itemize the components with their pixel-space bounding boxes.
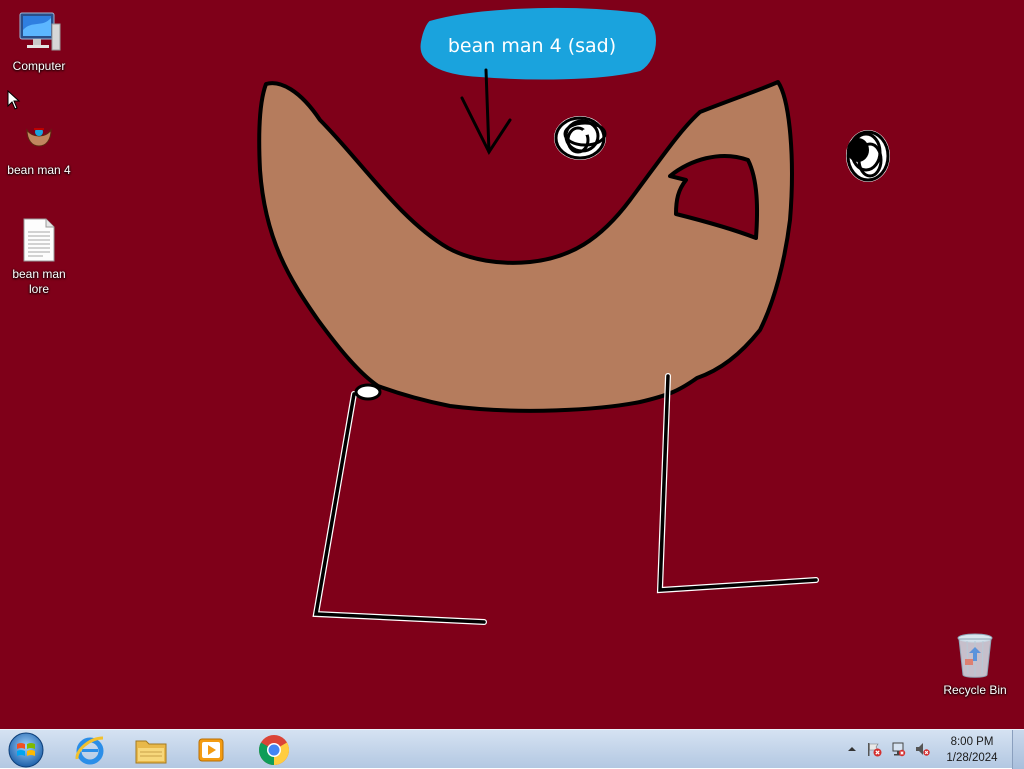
clock-date: 1/28/2024 <box>946 752 998 764</box>
start-button[interactable] <box>6 731 46 769</box>
desktop-icon-label: Computer <box>12 59 66 73</box>
taskbar-chrome-button[interactable] <box>246 732 302 768</box>
taskbar: 8:00 PM 1/28/2024 <box>0 729 1024 769</box>
action-center-flag-icon[interactable] <box>866 741 882 757</box>
file-explorer-icon <box>135 740 167 764</box>
mouse-cursor-icon <box>7 90 21 110</box>
bean-body <box>257 80 794 413</box>
computer-icon <box>19 12 61 51</box>
speech-bubble-text: bean man 4 (sad) <box>448 35 616 57</box>
desktop-icon-label: bean man lore <box>12 267 66 296</box>
desktop-icon-recycle-bin[interactable]: Recycle Bin <box>937 632 1013 698</box>
internet-explorer-icon <box>75 736 104 765</box>
media-player-icon <box>198 738 224 762</box>
desktop-icon-label: bean man 4 <box>7 163 71 177</box>
desktop-icon-label: Recycle Bin <box>943 683 1007 697</box>
taskbar-clock[interactable]: 8:00 PM 1/28/2024 <box>932 734 1012 766</box>
wallpaper-drawing: bean man 4 (sad) <box>257 7 890 625</box>
show-hidden-icons-chevron[interactable] <box>844 741 860 757</box>
recycle-bin-icon <box>957 633 993 678</box>
clock-time: 8:00 PM <box>950 736 994 748</box>
desktop[interactable]: bean man 4 (sad) Computer bean man 4 bea… <box>0 0 1024 729</box>
desktop-icon-computer[interactable]: Computer <box>1 8 77 74</box>
system-tray: 8:00 PM 1/28/2024 <box>838 730 1024 769</box>
arrow-drawing <box>460 68 512 156</box>
bean-man-4-icon <box>26 128 52 147</box>
network-icon[interactable] <box>890 741 906 757</box>
taskbar-internet-explorer-button[interactable] <box>62 732 118 768</box>
chrome-icon <box>258 735 290 765</box>
taskbar-media-player-button[interactable] <box>183 732 239 768</box>
volume-muted-icon[interactable] <box>914 741 930 757</box>
bean-foot-joint <box>354 383 382 401</box>
bean-legs <box>312 373 819 625</box>
taskbar-file-explorer-button[interactable] <box>123 732 179 768</box>
show-desktop-button[interactable] <box>1012 730 1024 769</box>
text-document-icon <box>23 218 55 262</box>
desktop-icon-bean-man-lore[interactable]: bean man lore <box>1 216 77 297</box>
bean-eye-left <box>554 116 607 160</box>
desktop-icon-bean-man-4[interactable]: bean man 4 <box>1 112 77 178</box>
start-orb-icon <box>8 732 44 768</box>
bean-eye-right <box>846 130 890 182</box>
